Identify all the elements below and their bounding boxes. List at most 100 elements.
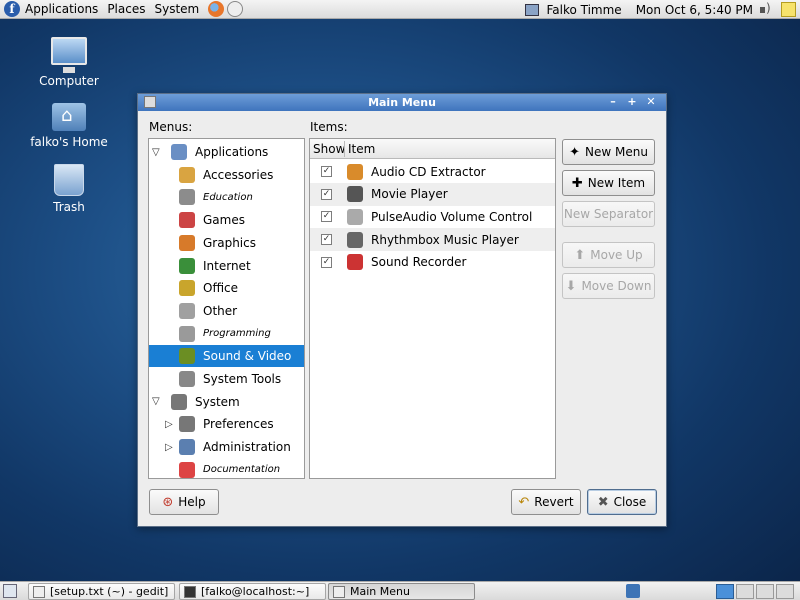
new-item-button[interactable]: ✚ New Item (562, 170, 655, 196)
menu-tree-label: Preferences (203, 417, 274, 432)
menu-tree-item[interactable]: Other (149, 300, 304, 322)
move-up-button[interactable]: ⬆ Move Up (562, 242, 655, 268)
expander-expanded-icon[interactable]: ▽ (152, 396, 160, 407)
menu-tree-item[interactable]: Education (149, 186, 304, 208)
taskbar-main-menu[interactable]: Main Menu (328, 583, 475, 600)
item-row[interactable]: ✓ Sound Recorder (310, 251, 555, 274)
places-menu[interactable]: Places (107, 2, 145, 16)
show-checkbox[interactable]: ✓ (321, 166, 332, 177)
window-menu-icon[interactable] (144, 96, 156, 108)
show-checkbox[interactable]: ✓ (321, 211, 332, 223)
menu-tree-label: Office (203, 281, 239, 296)
cd-extractor-icon (347, 163, 363, 180)
revert-label: Revert (534, 495, 574, 509)
items-label: Items: (310, 120, 348, 134)
new-menu-button[interactable]: ✦ New Menu (562, 139, 655, 165)
programming-icon (179, 325, 195, 342)
fedora-logo-icon[interactable]: f (4, 1, 20, 17)
workspace-3[interactable] (756, 584, 774, 599)
new-separator-button[interactable]: New Separator (562, 201, 655, 227)
menus-tree[interactable]: ▽ Applications Accessories Education Games Gr… (148, 138, 305, 479)
show-checkbox[interactable]: ✓ (321, 188, 332, 200)
show-checkbox[interactable]: ✓ (321, 234, 332, 246)
close-button[interactable]: ✖ Close (587, 489, 657, 515)
items-list[interactable]: Show Item ✓ Audio CD Extractor ✓ Movie Play… (309, 138, 556, 479)
menu-tree-item[interactable]: Graphics (149, 232, 304, 254)
notes-icon[interactable] (781, 2, 796, 17)
close-icon: ✖ (597, 494, 609, 510)
taskbar-gedit[interactable]: [setup.txt (~) - gedit] (28, 583, 175, 600)
main-menu-window: Main Menu – + ✕ Menus: Items: ▽ Applicati… (137, 93, 667, 527)
menu-tree-item[interactable]: Games (149, 209, 304, 231)
menu-tree-label: Graphics (203, 235, 256, 250)
menu-tree-item[interactable]: Programming (149, 323, 304, 345)
workspace-1[interactable] (716, 584, 734, 599)
maximize-icon[interactable]: + (625, 96, 639, 109)
item-row[interactable]: ✓ Audio CD Extractor (310, 160, 555, 183)
preferences-icon (179, 416, 195, 433)
column-item-header[interactable]: Item (345, 142, 375, 156)
education-icon (179, 189, 195, 206)
column-show-header[interactable]: Show (310, 142, 345, 156)
menu-tree-item[interactable]: ▷ Preferences (149, 413, 304, 435)
taskbar-label: [setup.txt (~) - gedit] (50, 585, 169, 598)
menu-tree-label: Education (203, 191, 253, 203)
menu-tree-item[interactable]: Office (149, 277, 304, 299)
move-down-button[interactable]: ⬇ Move Down (562, 273, 655, 299)
item-label: Rhythmbox Music Player (371, 232, 519, 247)
menu-tree-item[interactable]: System Tools (149, 368, 304, 390)
applications-menu[interactable]: Applications (25, 2, 98, 16)
item-row[interactable]: ✓ PulseAudio Volume Control (310, 205, 555, 228)
administration-icon (179, 439, 195, 456)
help-lifebuoy-icon: ⊛ (162, 494, 174, 510)
item-row[interactable]: ✓ Movie Player (310, 182, 555, 206)
revert-button[interactable]: ↶ Revert (511, 489, 581, 515)
system-menu[interactable]: System (154, 2, 199, 16)
other-icon (179, 302, 195, 319)
desktop-icon-label: Trash (53, 200, 85, 214)
window-titlebar[interactable]: Main Menu – + ✕ (138, 94, 666, 111)
volume-icon[interactable] (760, 1, 774, 16)
menu-tree-item[interactable]: Internet (149, 255, 304, 277)
show-desktop-icon[interactable] (3, 584, 17, 598)
item-row[interactable]: ✓ Rhythmbox Music Player (310, 228, 555, 252)
network-icon[interactable] (525, 3, 540, 16)
workspace-2[interactable] (736, 584, 754, 599)
menu-tree-item[interactable]: ▷ Administration (149, 436, 304, 458)
menu-tree-item[interactable]: ▽ System (149, 391, 304, 413)
close-window-icon[interactable]: ✕ (644, 96, 658, 109)
rhythmbox-icon (347, 231, 363, 248)
desktop-icon-computer[interactable]: Computer (29, 37, 109, 88)
close-label: Close (613, 495, 647, 509)
menu-tree-item[interactable]: Sound & Video (149, 345, 304, 368)
menu-tree-label: Other (203, 303, 238, 318)
expander-collapsed-icon[interactable]: ▷ (165, 419, 173, 430)
new-separator-label: New Separator (563, 207, 654, 221)
minimize-icon[interactable]: – (606, 96, 620, 109)
expander-expanded-icon[interactable]: ▽ (152, 147, 160, 158)
user-name[interactable]: Falko Timme (546, 3, 621, 17)
taskbar-label: Main Menu (350, 585, 410, 598)
show-checkbox[interactable]: ✓ (321, 256, 332, 268)
help-button[interactable]: ⊛ Help (149, 489, 219, 515)
items-header: Show Item (310, 139, 555, 159)
firefox-launcher-icon[interactable] (208, 1, 225, 17)
menu-tree-label: Documentation (203, 464, 281, 476)
menu-tree-item[interactable]: Documentation (149, 459, 304, 478)
desktop-icon-home[interactable]: falko's Home (29, 103, 109, 149)
workspace-4[interactable] (776, 584, 794, 599)
games-icon (179, 212, 195, 229)
item-label: PulseAudio Volume Control (371, 209, 533, 224)
menu-tree-item[interactable]: ▽ Applications (149, 141, 304, 163)
desktop-icon-trash[interactable]: Trash (29, 164, 109, 214)
help-label: Help (178, 495, 206, 509)
menu-tree-item[interactable]: Accessories (149, 164, 304, 186)
taskbar-terminal[interactable]: [falko@localhost:~] (179, 583, 326, 600)
expander-collapsed-icon[interactable]: ▷ (165, 442, 173, 453)
new-menu-icon: ✦ (569, 144, 580, 160)
mail-launcher-icon[interactable] (227, 1, 244, 17)
clock[interactable]: Mon Oct 6, 5:40 PM (636, 3, 753, 17)
notification-icon[interactable] (626, 584, 640, 598)
menu-tree-label: Accessories (203, 167, 274, 182)
menu-tree-label: Programming (203, 328, 271, 340)
